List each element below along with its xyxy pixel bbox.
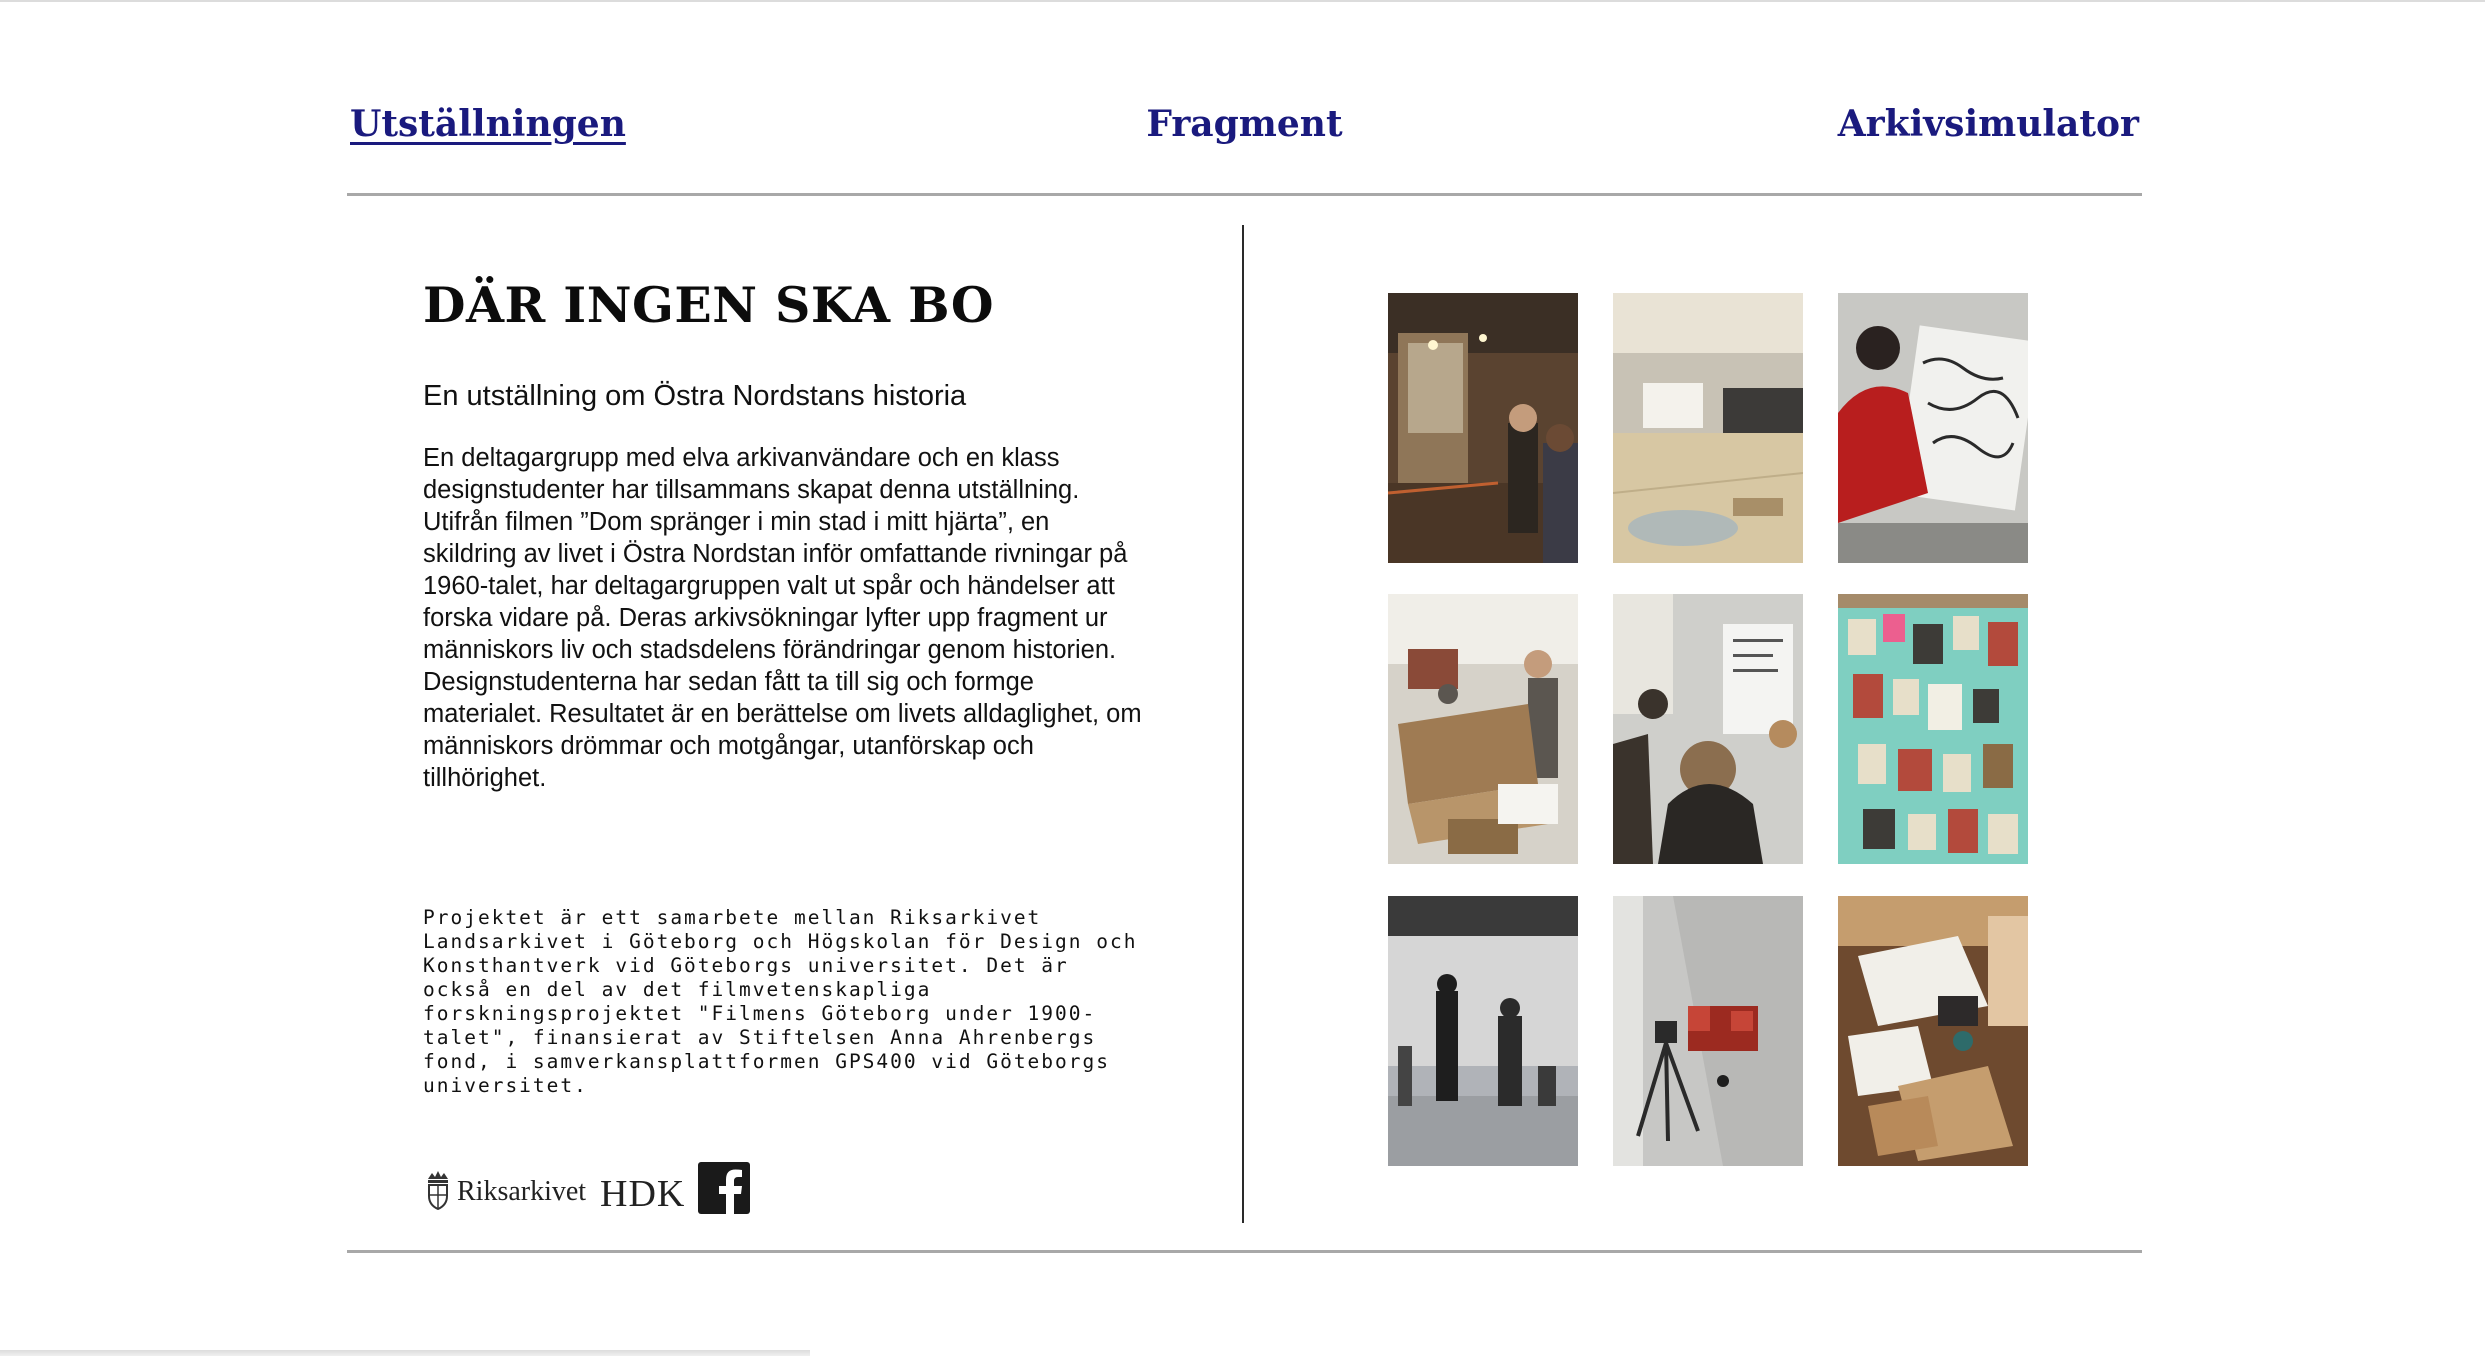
window-top-edge [0, 0, 2485, 2]
credits-text: Projektet är ett samarbete mellan Riksar… [423, 906, 1138, 1097]
nav-link-fragment[interactable]: Fragment [1146, 100, 1342, 148]
photo-camera-tripod[interactable] [1613, 896, 1803, 1166]
riksarkivet-crest-icon [428, 1171, 448, 1210]
riksarkivet-wordmark: Riksarkivet [457, 1176, 587, 1207]
hdk-logo[interactable]: HDK [600, 1174, 685, 1214]
riksarkivet-logo[interactable]: Riksarkivet [425, 1170, 586, 1210]
photo-cardboard-workshop[interactable] [1388, 594, 1578, 864]
page-subtitle: En utställning om Östra Nordstans histor… [423, 380, 967, 412]
photo-gallery [1388, 293, 2028, 1166]
photo-gallery-visitors[interactable] [1388, 896, 1578, 1166]
column-divider [1242, 225, 1244, 1223]
photo-students-whiteboard[interactable] [1613, 594, 1803, 864]
main-navigation: Utställningen Fragment Arkivsimulator [347, 100, 2142, 160]
photo-model-making[interactable] [1838, 896, 2028, 1166]
photo-drawing-person[interactable] [1838, 293, 2028, 563]
photo-industrial-hall[interactable] [1388, 293, 1578, 563]
facebook-icon[interactable] [698, 1162, 750, 1214]
photo-moodboard-wall[interactable] [1838, 594, 2028, 864]
photo-exhibition-room[interactable] [1613, 293, 1803, 563]
page-title: DÄR INGEN SKA BO [423, 276, 995, 334]
horizontal-scrollbar[interactable] [0, 1350, 810, 1356]
footer-divider [347, 1250, 2142, 1253]
partner-logos: Riksarkivet HDK [425, 1162, 785, 1222]
nav-link-utstallningen[interactable]: Utställningen [350, 100, 626, 148]
header-divider [347, 193, 2142, 196]
exhibition-info: DÄR INGEN SKA BO En utställning om Östra… [423, 270, 1143, 1097]
nav-link-arkivsimulator[interactable]: Arkivsimulator [1838, 100, 2139, 148]
description-text: En deltagargrupp med elva arkivanvändare… [423, 444, 1142, 792]
